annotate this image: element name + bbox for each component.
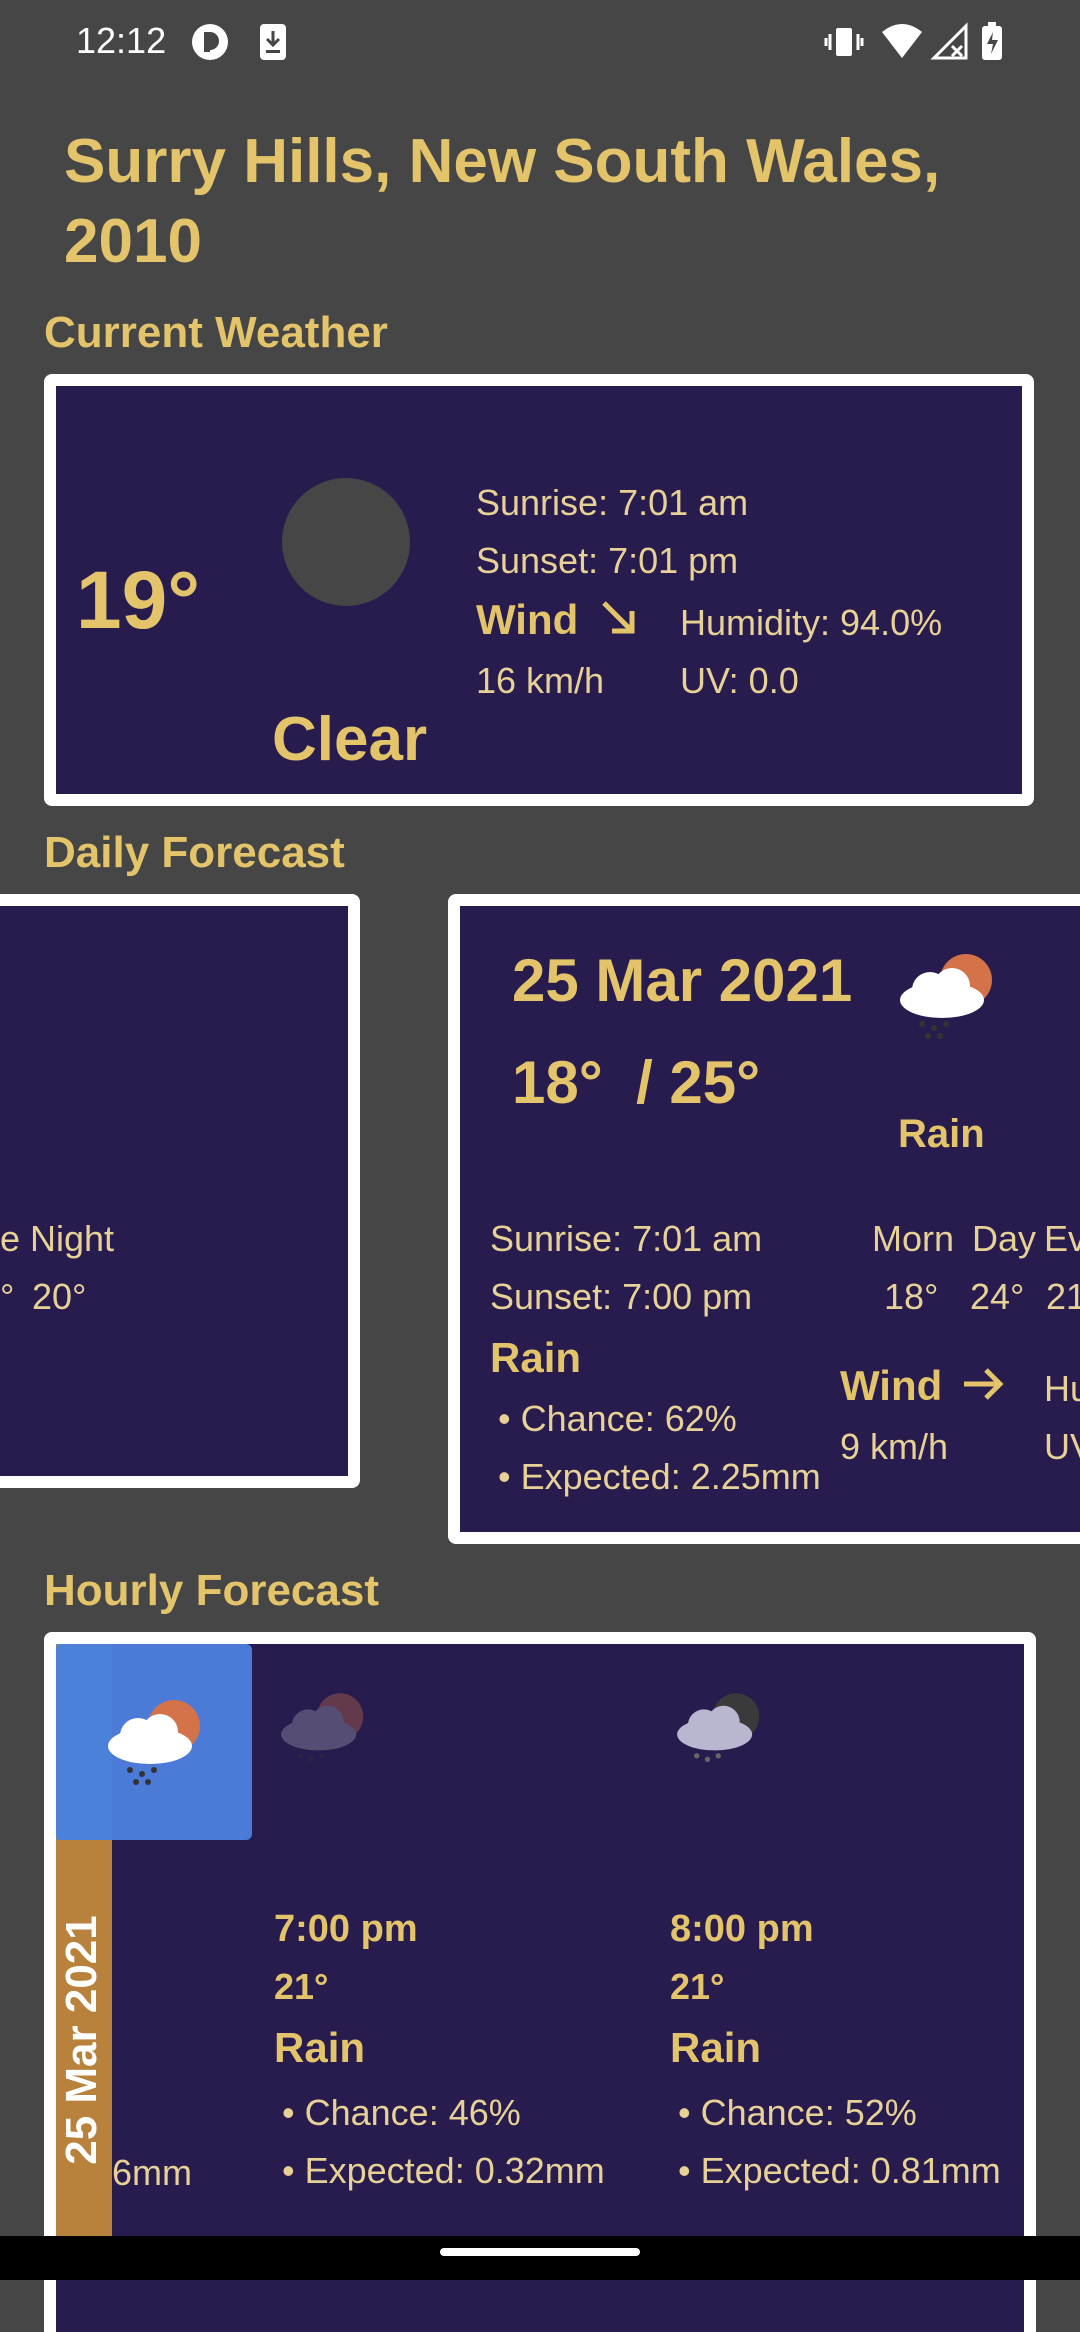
daily-morn-label: Morn (872, 1218, 955, 1259)
daily-uv-partial: UV (1044, 1426, 1080, 1467)
wind-direction-right-icon (960, 1364, 1006, 1414)
wind-direction-arrow-icon (598, 597, 640, 649)
app-notification-icon (190, 22, 230, 67)
hourly-chance: • Chance: 52% (678, 2092, 917, 2133)
daily-day-label: Day (972, 1218, 1037, 1259)
hourly-forecast-heading: Hourly Forecast (44, 1566, 379, 1615)
current-weather-heading: Current Weather (44, 308, 388, 357)
daily-date: 25 Mar 2021 (512, 947, 853, 1014)
rain-cloud-sun-icon (274, 1684, 374, 1779)
prev-night-label: Night (30, 1218, 115, 1259)
current-humidity: Humidity: 94.0% (680, 602, 943, 643)
hourly-condition: Rain (274, 2024, 366, 2071)
daily-sunrise: Sunrise: 7:01 am (490, 1218, 763, 1259)
hourly-temp: 21° (274, 1966, 329, 2007)
wifi-icon (880, 22, 924, 67)
current-sunrise: Sunrise: 7:01 am (476, 482, 749, 523)
status-bar: 12:12 (0, 0, 1080, 86)
current-temp: 19° (76, 555, 201, 646)
wind-label-text: Wind (476, 596, 579, 643)
rain-cloud-sun-icon (100, 1690, 212, 1795)
battery-charging-icon (980, 22, 1004, 67)
vibrate-icon (824, 22, 864, 67)
hourly-expected: • Expected: 0.32mm (282, 2150, 605, 2191)
hourly-condition: Rain (670, 2024, 762, 2071)
hourly-item[interactable]: 8:00 pm 21° Rain • Chance: 52% • Expecte… (670, 1684, 1030, 2244)
hourly-time: 7:00 pm (274, 1908, 418, 1950)
daily-condition: Rain (898, 1112, 985, 1156)
hourly-partial-expected: 6mm (112, 2152, 192, 2193)
home-gesture-handle[interactable] (440, 2248, 640, 2256)
hourly-forecast-card: 25 Mar 2021 6mm 7:00 pm 21° Rain • Chanc… (44, 1632, 1036, 2332)
current-sunset: Sunset: 7:01 pm (476, 540, 739, 581)
daily-rain-chance: • Chance: 62% (498, 1398, 737, 1439)
hourly-temp: 21° (670, 1966, 725, 2007)
rain-cloud-moon-icon (670, 1684, 770, 1779)
daily-card-previous[interactable]: e Night ° 20° (0, 894, 360, 1488)
daily-wind-label-text: Wind (840, 1362, 943, 1409)
prev-eve-temp-partial: ° (0, 1276, 15, 1317)
prev-eve-label-partial: e (0, 1218, 21, 1259)
signal-icon (930, 22, 970, 67)
daily-rain-expected: • Expected: 2.25mm (498, 1456, 821, 1497)
current-wind-label: Wind (476, 596, 640, 649)
navigation-bar (0, 2236, 1080, 2280)
hourly-date-tab-label: 25 Mar 2021 (57, 1915, 106, 2165)
rain-cloud-sun-icon (892, 944, 1004, 1049)
location-line-1: Surry Hills, New South Wales, (64, 127, 941, 196)
current-condition: Clear (272, 705, 428, 774)
selected-hour-tile[interactable] (56, 1644, 252, 1840)
hourly-chance: • Chance: 46% (282, 2092, 521, 2133)
status-time: 12:12 (76, 20, 167, 61)
daily-temp-range: 18° / 25° (512, 1049, 761, 1116)
daily-morn-temp: 18° (884, 1276, 939, 1317)
hourly-item[interactable]: 7:00 pm 21° Rain • Chance: 46% • Expecte… (274, 1684, 634, 2244)
hourly-expected: • Expected: 0.81mm (678, 2150, 1001, 2191)
daily-humidity-partial: Hu (1044, 1368, 1080, 1409)
daily-eve-temp: 21 (1046, 1276, 1080, 1317)
clear-moon-icon (280, 476, 412, 613)
download-icon (258, 22, 288, 67)
location-line-2: 2010 (64, 207, 202, 276)
daily-eve-label: Ev (1044, 1218, 1080, 1259)
hourly-time: 8:00 pm (670, 1908, 814, 1950)
daily-rain-title: Rain (490, 1334, 582, 1381)
daily-wind-speed: 9 km/h (840, 1426, 949, 1467)
daily-sunset: Sunset: 7:00 pm (490, 1276, 753, 1317)
current-uv: UV: 0.0 (680, 660, 799, 701)
current-weather-card: 19° Clear Sunrise: 7:01 am Sunset: 7:01 … (44, 374, 1034, 806)
daily-card-current[interactable]: 25 Mar 2021 18° / 25° Rain Sunrise: 7:01… (448, 894, 1080, 1544)
prev-night-temp: 20° (32, 1276, 87, 1317)
daily-forecast-heading: Daily Forecast (44, 828, 345, 877)
current-wind-speed: 16 km/h (476, 660, 605, 701)
location-title: Surry Hills, New South Wales, 2010 (64, 122, 940, 282)
daily-wind-label: Wind (840, 1362, 1006, 1414)
daily-day-temp: 24° (970, 1276, 1025, 1317)
